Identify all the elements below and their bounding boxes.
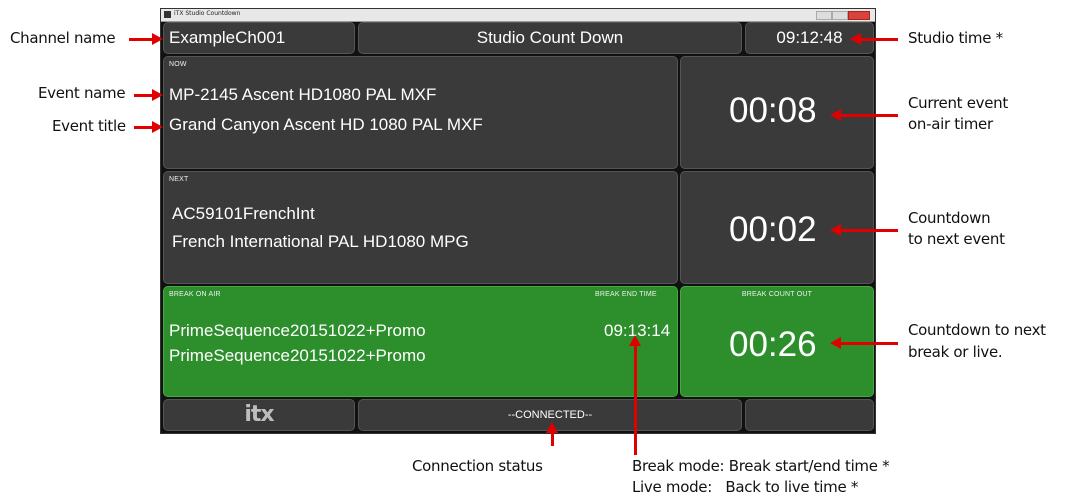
window-title: iTX Studio Countdown	[174, 10, 241, 17]
arrow-current-timer	[830, 109, 898, 121]
break-end-time-label: BREAK END TIME	[595, 291, 657, 298]
connection-status: --CONNECTED--	[507, 409, 593, 421]
itx-logo: itx	[244, 402, 274, 427]
annotation-event-name: Event name	[38, 84, 126, 102]
now-label: NOW	[169, 61, 187, 68]
channel-name: ExampleCh001	[169, 28, 286, 47]
arrow-studio-time	[850, 33, 898, 45]
annotation-studio-time: Studio time *	[908, 29, 1003, 47]
close-button[interactable]	[848, 11, 870, 20]
header-title-panel: Studio Count Down	[358, 22, 742, 54]
header-title: Studio Count Down	[476, 28, 624, 47]
now-event-name: MP-2145 Ascent HD1080 PAL MXF	[169, 85, 437, 104]
next-event-panel: NEXT AC59101FrenchInt French Internation…	[163, 171, 678, 284]
now-event-title: Grand Canyon Ascent HD 1080 PAL MXF	[169, 115, 483, 134]
break-count-out-label: BREAK COUNT OUT	[741, 291, 813, 298]
window-titlebar: iTX Studio Countdown	[161, 9, 875, 22]
break-on-air-label: BREAK ON AIR	[169, 291, 221, 298]
break-countdown: 00:26	[729, 325, 817, 364]
footer-right-panel	[745, 399, 874, 431]
now-timer-panel: 00:08	[680, 56, 874, 169]
arrow-countdown-next	[830, 224, 898, 236]
annotation-countdown-break-2: break or live.	[908, 343, 1003, 361]
break-panel: BREAK ON AIR BREAK END TIME PrimeSequenc…	[163, 286, 678, 397]
maximize-button[interactable]	[832, 11, 848, 20]
current-event-timer: 00:08	[729, 91, 817, 130]
annotation-channel-name: Channel name	[10, 29, 116, 47]
annotation-event-title: Event title	[52, 117, 126, 135]
arrow-connection-status	[546, 422, 558, 446]
annotation-countdown-break-1: Countdown to next	[908, 321, 1046, 339]
arrow-event-title	[134, 121, 163, 133]
app-icon	[164, 11, 171, 18]
next-timer-panel: 00:02	[680, 171, 874, 284]
minimize-button[interactable]	[816, 11, 832, 20]
now-event-panel: NOW MP-2145 Ascent HD1080 PAL MXF Grand …	[163, 56, 678, 169]
annotation-current-timer-1: Current event	[908, 94, 1008, 112]
annotation-current-timer-2: on-air timer	[908, 115, 993, 133]
next-event-title: French International PAL HD1080 MPG	[172, 232, 469, 251]
next-event-countdown: 00:02	[729, 210, 817, 249]
annotation-connection-status: Connection status	[412, 457, 543, 475]
arrow-break-end-time	[629, 335, 641, 455]
break-event-name: PrimeSequence20151022+Promo	[169, 321, 426, 340]
annotation-countdown-next-1: Countdown	[908, 209, 991, 227]
arrow-channel-name	[129, 33, 163, 45]
studio-countdown-window: iTX Studio Countdown ExampleCh001 Studio…	[160, 8, 876, 434]
channel-name-panel: ExampleCh001	[163, 22, 355, 54]
next-event-name: AC59101FrenchInt	[172, 204, 315, 223]
annotation-break-mode: Break mode: Break start/end time *	[632, 457, 890, 475]
arrow-event-name	[134, 89, 163, 101]
break-event-title: PrimeSequence20151022+Promo	[169, 346, 426, 365]
annotation-live-mode: Live mode: Back to live time *	[632, 478, 859, 496]
logo-panel: itx	[163, 399, 355, 431]
annotation-countdown-next-2: to next event	[908, 230, 1005, 248]
next-label: NEXT	[169, 176, 189, 183]
arrow-countdown-break	[830, 337, 898, 349]
